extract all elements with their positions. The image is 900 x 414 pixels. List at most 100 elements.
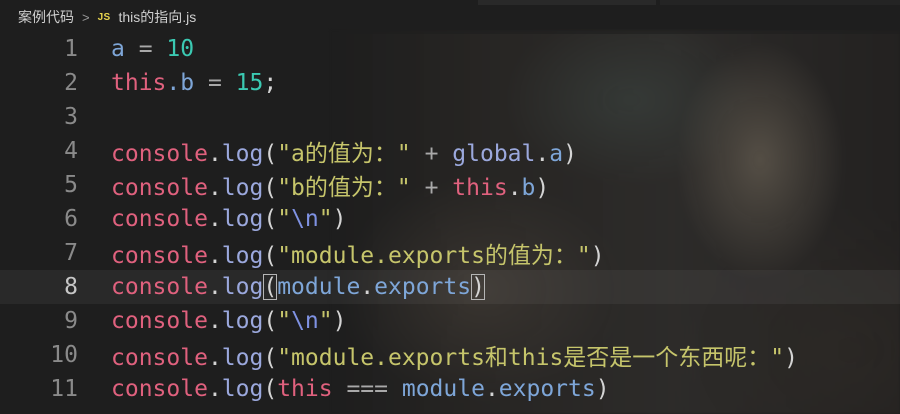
token-function: log <box>221 274 264 300</box>
breadcrumb: 案例代码 > JS this的指向.js <box>0 0 900 34</box>
code-line[interactable]: 7 console.log("module.exports的值为：") <box>0 236 900 270</box>
code-text[interactable]: a = 10 <box>111 36 194 62</box>
token-punctuation: . <box>207 175 222 201</box>
token-property: a <box>549 141 564 167</box>
token-number: 15 <box>235 70 264 96</box>
token-escape: \n <box>291 308 319 334</box>
breadcrumb-folder[interactable]: 案例代码 <box>18 7 74 27</box>
token-function: log <box>221 345 264 371</box>
code-line[interactable]: 2 this.b = 15; <box>0 66 900 100</box>
token-string: " <box>277 308 292 334</box>
line-number: 2 <box>64 70 78 96</box>
breadcrumb-separator: > <box>82 9 90 25</box>
token-object: console <box>111 206 208 232</box>
code-text[interactable]: console.log(module.exports) <box>111 274 485 300</box>
token-punctuation: ( <box>263 308 278 334</box>
token-object: console <box>111 376 208 402</box>
token-string: "b的值为：" <box>277 175 411 201</box>
code-line[interactable]: 10 console.log("module.exports和this是否是一个… <box>0 338 900 372</box>
token-property: exports <box>498 376 596 402</box>
token-escape: \n <box>291 206 319 232</box>
token-string: "module.exports和this是否是一个东西呢：" <box>277 345 785 371</box>
code-line[interactable]: 4 console.log("a的值为：" + global.a) <box>0 134 900 168</box>
line-number: 6 <box>64 206 78 232</box>
token-punctuation: . <box>484 376 499 402</box>
token-number: 10 <box>166 36 195 62</box>
code-text[interactable]: console.log("module.exports的值为：") <box>111 236 605 270</box>
token-punctuation: ; <box>263 70 278 96</box>
token-property: b <box>521 175 536 201</box>
token-string: " <box>318 308 333 334</box>
line-number: 10 <box>50 342 78 368</box>
code-text[interactable]: console.log("module.exports和this是否是一个东西呢… <box>111 338 798 372</box>
token-punctuation: ) <box>784 345 799 371</box>
token-punctuation: ( <box>263 345 278 371</box>
line-number: 3 <box>64 104 78 130</box>
token-string: "a的值为：" <box>277 141 411 167</box>
token-punctuation: . <box>360 274 375 300</box>
token-punctuation: ) <box>332 308 347 334</box>
token-operator: = <box>194 70 236 96</box>
token-operator: = <box>124 36 167 62</box>
token-punctuation: . <box>207 206 222 232</box>
token-punctuation: . <box>207 308 222 334</box>
token-punctuation: ) <box>590 243 605 269</box>
token-function: log <box>221 206 264 232</box>
token-function: log <box>221 175 264 201</box>
code-line[interactable]: 6 console.log("\n") <box>0 202 900 236</box>
token-punctuation: ( <box>263 243 278 269</box>
token-operator: === <box>332 376 402 402</box>
code-text[interactable]: console.log("\n") <box>111 308 346 334</box>
token-function: log <box>221 243 264 269</box>
token-punctuation: ( <box>263 175 278 201</box>
token-punctuation: ) <box>563 141 577 167</box>
code-text[interactable]: this.b = 15; <box>111 70 277 96</box>
token-object: console <box>111 345 208 371</box>
line-number: 1 <box>64 36 78 62</box>
token-punctuation: . <box>507 175 522 201</box>
line-number: 9 <box>64 308 78 334</box>
token-object: console <box>111 308 208 334</box>
token-punctuation: ) <box>595 376 610 402</box>
token-keyword: this <box>277 376 333 402</box>
token-string: " <box>277 206 292 232</box>
token-punctuation: ) <box>332 206 347 232</box>
javascript-file-icon: JS <box>97 11 111 23</box>
token-punctuation: . <box>207 376 222 402</box>
token-function: log <box>221 308 264 334</box>
token-identifier: global <box>452 141 536 167</box>
breadcrumb-file[interactable]: this的指向.js <box>118 7 196 27</box>
token-function: log <box>221 376 264 402</box>
token-bracket-match: ( <box>263 274 278 300</box>
code-text[interactable]: console.log("a的值为：" + global.a) <box>111 134 577 168</box>
token-keyword: this <box>452 175 508 201</box>
line-number: 5 <box>64 172 78 198</box>
code-line[interactable]: 3 <box>0 100 900 134</box>
token-object: console <box>111 274 208 300</box>
token-object: console <box>111 175 208 201</box>
token-function: log <box>221 141 264 167</box>
code-line[interactable]: 5 console.log("b的值为：" + this.b) <box>0 168 900 202</box>
token-punctuation: . <box>207 345 222 371</box>
token-string: " <box>318 206 333 232</box>
code-line[interactable]: 1 a = 10 <box>0 32 900 66</box>
code-text[interactable]: console.log(this === module.exports) <box>111 376 610 402</box>
token-punctuation: ( <box>263 206 278 232</box>
token-punctuation: . <box>207 141 222 167</box>
code-editor[interactable]: 1 a = 10 2 this.b = 15; 3 4 console.log(… <box>0 32 900 414</box>
token-punctuation: ) <box>535 175 550 201</box>
code-line-current[interactable]: 8 console.log(module.exports) <box>0 270 900 304</box>
line-number: 4 <box>64 138 78 164</box>
code-text[interactable]: console.log("b的值为：" + this.b) <box>111 168 549 202</box>
token-identifier: a <box>111 36 125 62</box>
code-line[interactable]: 9 console.log("\n") <box>0 304 900 338</box>
code-line[interactable]: 11 console.log(this === module.exports) <box>0 372 900 406</box>
code-text[interactable]: console.log("\n") <box>111 206 346 232</box>
token-object: console <box>111 243 208 269</box>
token-identifier: module <box>401 376 485 402</box>
token-punctuation: . <box>207 243 222 269</box>
token-bracket-match: ) <box>471 274 485 300</box>
token-operator: + <box>410 175 453 201</box>
line-number: 8 <box>64 274 78 300</box>
token-property: exports <box>374 274 472 300</box>
